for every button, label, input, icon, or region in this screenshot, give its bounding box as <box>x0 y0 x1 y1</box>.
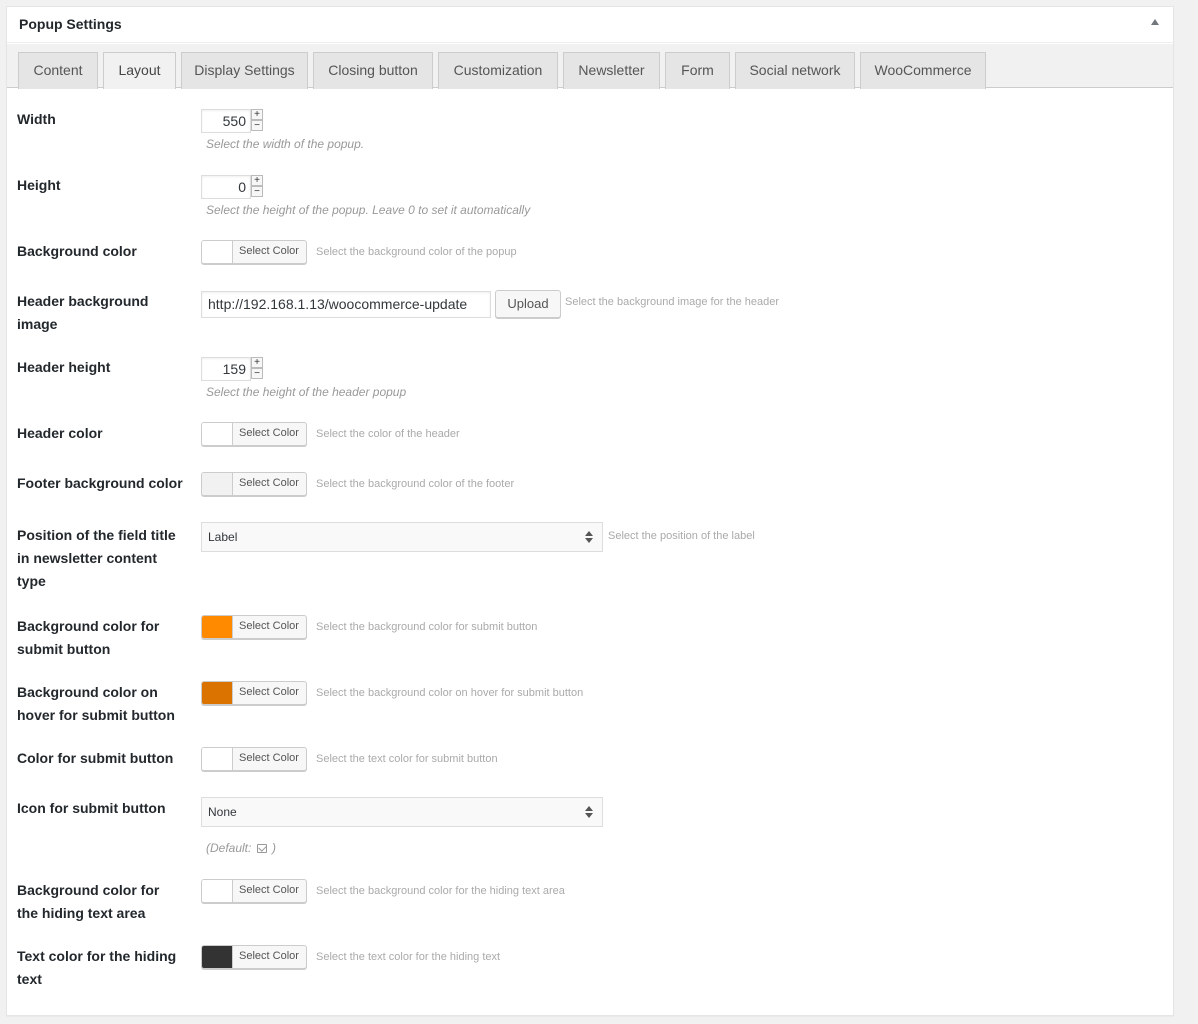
footer-bg-color-label: Footer background color <box>17 475 183 491</box>
tab-display-settings[interactable]: Display Settings <box>181 52 308 89</box>
submit-bg-color-description: Select the background color for submit b… <box>316 621 538 633</box>
panel-title: Popup Settings <box>19 16 122 32</box>
field-title-position-label: Position of the field title in newslette… <box>17 527 176 589</box>
width-input[interactable]: 550 <box>201 109 251 133</box>
height-stepper[interactable]: + − <box>251 175 263 197</box>
default-suffix: ) <box>272 841 277 855</box>
select-color-label: Select Color <box>239 686 299 698</box>
select-color-label: Select Color <box>239 884 299 896</box>
header-bg-image-label: Header background image <box>17 293 149 332</box>
increment-icon[interactable]: + <box>251 175 263 186</box>
hiding-bg-color-description: Select the background color for the hidi… <box>316 885 565 897</box>
width-stepper[interactable]: + − <box>251 109 263 131</box>
decrement-icon[interactable]: − <box>251 368 263 379</box>
tab-social-network[interactable]: Social network <box>735 52 855 89</box>
select-color-label: Select Color <box>239 245 299 257</box>
tabs-bar: Content Layout Display Settings Closing … <box>7 44 1173 89</box>
tab-customization[interactable]: Customization <box>438 52 558 89</box>
color-swatch <box>202 241 233 263</box>
color-swatch <box>202 880 233 902</box>
select-color-label: Select Color <box>239 620 299 632</box>
submit-color-label: Color for submit button <box>17 750 174 766</box>
submit-color-description: Select the text color for submit button <box>316 753 498 765</box>
header-color-picker[interactable]: Select Color <box>201 422 307 446</box>
background-color-label: Background color <box>17 243 137 259</box>
tab-woocommerce[interactable]: WooCommerce <box>860 52 986 89</box>
selected-value: Label <box>208 530 238 544</box>
popup-settings-panel: Popup Settings Content Layout Display Se… <box>6 6 1174 1016</box>
collapse-arrow-icon[interactable] <box>1151 19 1159 25</box>
header-color-label: Header color <box>17 425 103 441</box>
width-field: 550 + − <box>201 109 263 133</box>
color-swatch <box>202 946 233 968</box>
submit-bg-color-picker[interactable]: Select Color <box>201 615 307 639</box>
tab-closing-button[interactable]: Closing button <box>313 52 433 89</box>
hiding-text-color-label: Text color for the hiding text <box>17 948 177 987</box>
submit-icon-select[interactable]: None <box>201 797 603 827</box>
width-description: Select the width of the popup. <box>206 137 365 151</box>
header-bg-image-description: Select the background image for the head… <box>565 296 780 308</box>
select-arrows-icon <box>585 806 593 820</box>
submit-bg-color-label: Background color for submit button <box>17 618 160 657</box>
tab-layout[interactable]: Layout <box>103 52 176 89</box>
footer-bg-color-picker[interactable]: Select Color <box>201 472 307 496</box>
header-height-description: Select the height of the header popup <box>206 385 407 399</box>
color-swatch <box>202 748 233 770</box>
submit-icon-default-note: (Default: ) <box>206 841 276 855</box>
decrement-icon[interactable]: − <box>251 186 263 197</box>
field-title-position-select[interactable]: Label <box>201 522 603 552</box>
submit-hover-bg-color-picker[interactable]: Select Color <box>201 681 307 705</box>
panel-header: Popup Settings <box>7 7 1173 43</box>
increment-icon[interactable]: + <box>251 109 263 120</box>
width-label: Width <box>17 111 56 127</box>
background-color-picker[interactable]: Select Color <box>201 240 307 264</box>
height-input[interactable]: 0 <box>201 175 251 199</box>
header-height-stepper[interactable]: + − <box>251 357 263 379</box>
color-swatch <box>202 616 233 638</box>
tab-content[interactable]: Content <box>18 52 98 89</box>
decrement-icon[interactable]: − <box>251 120 263 131</box>
field-title-position-description: Select the position of the label <box>608 530 755 542</box>
height-description: Select the height of the popup. Leave 0 … <box>206 203 531 217</box>
height-field: 0 + − <box>201 175 263 199</box>
height-label: Height <box>17 177 61 193</box>
default-prefix: (Default: <box>206 841 252 855</box>
color-swatch <box>202 473 233 495</box>
select-arrows-icon <box>585 531 593 545</box>
increment-icon[interactable]: + <box>251 357 263 368</box>
select-color-label: Select Color <box>239 427 299 439</box>
submit-hover-bg-color-label: Background color on hover for submit but… <box>17 684 175 723</box>
tab-form[interactable]: Form <box>665 52 730 89</box>
header-bg-image-input[interactable]: http://192.168.1.13/woocommerce-update <box>201 291 491 318</box>
tab-newsletter[interactable]: Newsletter <box>563 52 660 89</box>
mail-icon <box>256 844 267 853</box>
header-height-input[interactable]: 159 <box>201 357 251 381</box>
submit-icon-label: Icon for submit button <box>17 800 166 816</box>
select-color-label: Select Color <box>239 950 299 962</box>
color-swatch <box>202 423 233 445</box>
hiding-bg-color-label: Background color for the hiding text are… <box>17 882 160 921</box>
footer-bg-color-description: Select the background color of the foote… <box>316 478 515 490</box>
hiding-text-color-picker[interactable]: Select Color <box>201 945 307 969</box>
header-color-description: Select the color of the header <box>316 428 460 440</box>
select-color-label: Select Color <box>239 477 299 489</box>
header-height-field: 159 + − <box>201 357 263 381</box>
header-height-label: Header height <box>17 359 111 375</box>
submit-color-picker[interactable]: Select Color <box>201 747 307 771</box>
hiding-text-color-description: Select the text color for the hiding tex… <box>316 951 501 963</box>
hiding-bg-color-picker[interactable]: Select Color <box>201 879 307 903</box>
select-color-label: Select Color <box>239 752 299 764</box>
selected-value: None <box>208 805 237 819</box>
color-swatch <box>202 682 233 704</box>
upload-button[interactable]: Upload <box>495 290 561 318</box>
background-color-description: Select the background color of the popup <box>316 246 517 258</box>
submit-hover-bg-color-description: Select the background color on hover for… <box>316 687 584 699</box>
